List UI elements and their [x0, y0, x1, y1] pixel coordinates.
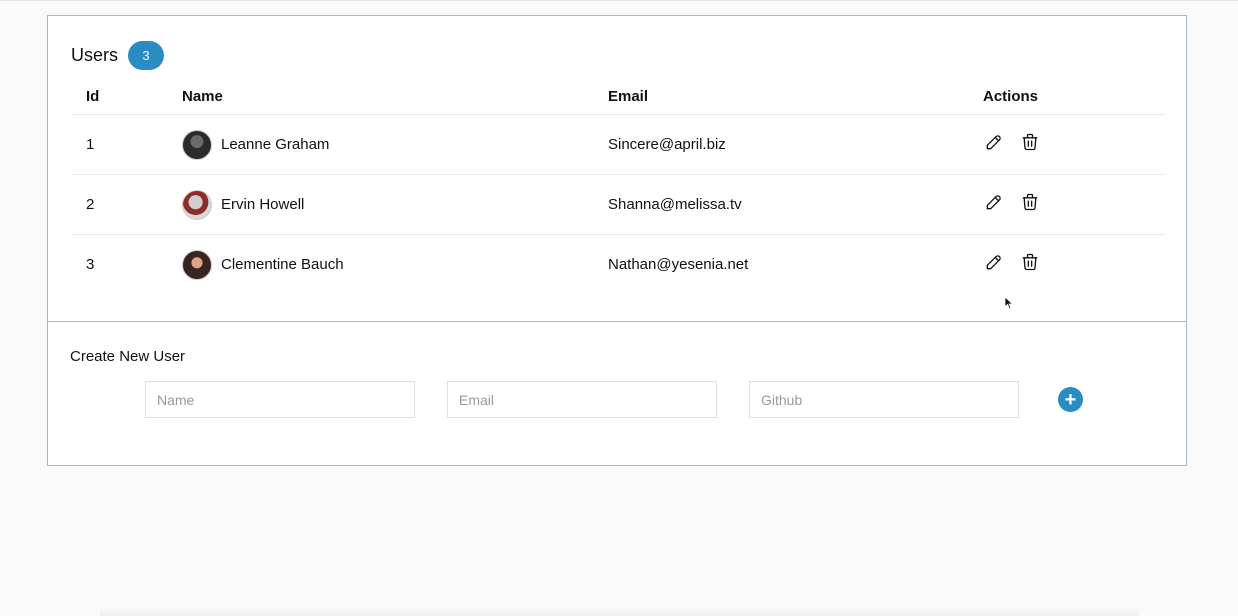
column-header-name: Name	[182, 87, 223, 105]
add-user-button[interactable]: +	[1058, 387, 1083, 412]
avatar	[182, 249, 212, 280]
users-panel: Users 3 Id Name Email Actions 1 Leanne G…	[47, 15, 1187, 322]
column-header-id: Id	[86, 87, 100, 105]
user-id: 1	[86, 136, 95, 153]
user-id: 3	[86, 256, 95, 273]
trash-icon[interactable]	[1019, 191, 1041, 213]
bottom-shadow	[100, 606, 1138, 616]
user-count-badge: 3	[128, 40, 165, 70]
user-email: Shanna@melissa.tv	[608, 196, 742, 213]
table-row: 1 Leanne Graham Sincere@april.biz	[71, 114, 1165, 174]
edit-icon[interactable]	[983, 191, 1005, 213]
users-table: Id Name Email Actions 1 Leanne Graham Si…	[71, 78, 1165, 294]
user-name-cell: Leanne Graham	[182, 115, 329, 174]
avatar	[182, 189, 212, 220]
user-name: Clementine Bauch	[221, 256, 344, 273]
trash-icon[interactable]	[1019, 131, 1041, 153]
user-name-cell: Clementine Bauch	[182, 235, 344, 294]
user-email: Sincere@april.biz	[608, 136, 726, 153]
mouse-cursor-icon	[1004, 296, 1014, 310]
column-header-email: Email	[608, 87, 649, 105]
users-header: Users 3	[71, 40, 165, 70]
email-input[interactable]	[447, 381, 717, 418]
edit-icon[interactable]	[983, 131, 1005, 153]
user-id: 2	[86, 196, 95, 213]
create-user-panel: Create New User +	[47, 321, 1187, 466]
row-actions	[983, 115, 1055, 174]
plus-icon: +	[1064, 388, 1077, 411]
github-input[interactable]	[749, 381, 1019, 418]
table-row: 2 Ervin Howell Shanna@melissa.tv	[71, 174, 1165, 234]
column-header-actions: Actions	[983, 87, 1039, 105]
trash-icon[interactable]	[1019, 251, 1041, 273]
row-actions	[983, 175, 1055, 234]
edit-icon[interactable]	[983, 251, 1005, 273]
user-email: Nathan@yesenia.net	[608, 256, 749, 273]
table-header: Id Name Email Actions	[71, 78, 1165, 114]
avatar	[182, 129, 212, 160]
row-actions	[983, 235, 1055, 294]
table-row: 3 Clementine Bauch Nathan@yesenia.net	[71, 234, 1165, 294]
name-input[interactable]	[145, 381, 415, 418]
create-user-title: Create New User	[70, 348, 186, 365]
top-divider	[0, 0, 1238, 1]
user-name-cell: Ervin Howell	[182, 175, 304, 234]
user-name: Leanne Graham	[221, 136, 330, 153]
users-title: Users	[71, 44, 119, 65]
user-name: Ervin Howell	[221, 196, 305, 213]
